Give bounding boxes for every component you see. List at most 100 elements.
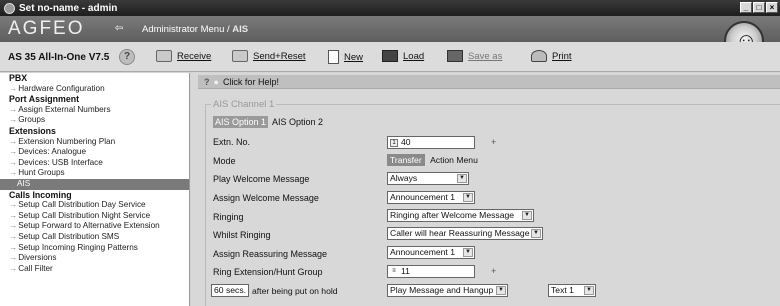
ring-extension-input[interactable]: ≡ 11 [387,265,475,278]
chevron-down-icon: ▼ [457,174,467,183]
hold-action-value: Play Message and Hangup [390,285,494,295]
ais-option-tabs: AIS Option 1 AIS Option 2 [213,116,327,128]
whilst-ringing-value: Caller will hear Reassuring Message [390,228,530,238]
window-titlebar: Set no-name - admin _ □ × [0,0,780,16]
close-button[interactable]: × [766,2,778,13]
product-name: AS 35 All-In-One V7.5 [8,52,110,63]
save-as-button[interactable]: Save as [447,50,502,62]
breadcrumb-parent[interactable]: Administrator Menu [142,24,224,35]
sidebar-item-call-filter[interactable]: Call Filter [0,264,189,275]
sidebar-item-hardware-configuration[interactable]: Hardware Configuration [0,84,189,95]
sidebar-section-pbx[interactable]: PBX [0,73,189,84]
receive-icon [156,50,172,62]
mode-transfer-option[interactable]: Transfer [387,154,425,166]
mode-label: Mode [213,156,236,166]
breadcrumb-current: AIS [232,24,249,35]
send-reset-label: Send+Reset [253,50,306,62]
ringing-value: Ringing after Welcome Message [390,210,515,220]
help-icon[interactable]: ? [119,49,135,65]
sidebar-section-extensions[interactable]: Extensions [0,126,189,137]
help-link[interactable]: Click for Help! [223,77,279,87]
load-icon [382,50,398,62]
play-welcome-select[interactable]: Always ▼ [387,172,469,185]
chevron-down-icon: ▼ [584,286,594,295]
sidebar-section-port-assignment[interactable]: Port Assignment [0,94,189,105]
back-arrow-icon[interactable]: ⇦ [112,23,126,35]
save-icon [447,50,463,62]
hold-text-select[interactable]: Text 1 ▼ [548,284,596,297]
whilst-ringing-select[interactable]: Caller will hear Reassuring Message ▼ [387,227,543,240]
app-icon [4,2,15,14]
ais-channel-legend: AIS Channel 1 [211,99,277,110]
toolbar: AS 35 All-In-One V7.5 ? Receive Send+Res… [0,42,780,72]
maximize-button[interactable]: □ [753,2,765,13]
play-welcome-label: Play Welcome Message [213,174,310,184]
ring-extension-label: Ring Extension/Hunt Group [213,267,323,277]
sidebar-item-diversions[interactable]: Diversions [0,253,189,264]
sidebar-item-groups[interactable]: Groups [0,115,189,126]
number-field-icon: 1 [390,138,398,147]
help-question-icon: ? [204,77,210,87]
printer-icon [531,50,547,62]
help-bar[interactable]: ? ● Click for Help! [198,75,780,89]
hold-text-value: Text 1 [551,285,574,295]
extn-no-add-icon[interactable]: + [491,137,496,147]
sidebar-item-devices-usb[interactable]: Devices: USB Interface [0,158,189,169]
chevron-down-icon: ▼ [463,193,473,202]
chevron-down-icon: ▼ [463,248,473,257]
extn-no-input[interactable]: 1 40 [387,136,475,149]
ringing-select[interactable]: Ringing after Welcome Message ▼ [387,209,534,222]
minimize-button[interactable]: _ [740,2,752,13]
print-button[interactable]: Print [531,50,572,62]
ring-extension-add-icon[interactable]: + [491,266,496,276]
ringing-label: Ringing [213,212,244,222]
new-button[interactable]: New [328,50,363,64]
assign-reassuring-label: Assign Reassuring Message [213,249,328,259]
assign-welcome-label: Assign Welcome Message [213,193,319,203]
sidebar-item-forward-alternative[interactable]: Setup Forward to Alternative Extension [0,221,189,232]
sidebar-item-devices-analogue[interactable]: Devices: Analogue [0,147,189,158]
chevron-down-icon: ▼ [531,229,541,238]
mode-toggle: Transfer Action Menu [387,154,481,166]
load-label: Load [403,50,425,62]
agfeo-logo: AGFEO [8,18,85,39]
sidebar-item-cd-day[interactable]: Setup Call Distribution Day Service [0,200,189,211]
extn-no-value: 40 [401,137,411,147]
load-button[interactable]: Load [382,50,424,62]
sidebar-item-cd-night[interactable]: Setup Call Distribution Night Service [0,211,189,222]
sidebar-nav: PBX Hardware Configuration Port Assignme… [0,73,190,306]
save-as-label: Save as [468,50,503,62]
chevron-down-icon: ▼ [522,211,532,220]
window-title: Set no-name - admin [19,2,118,14]
send-reset-button[interactable]: Send+Reset [232,50,306,62]
tab-ais-option-2[interactable]: AIS Option 2 [270,116,325,128]
new-document-icon [328,50,339,64]
hold-seconds-input[interactable]: 60 secs. [211,284,250,297]
sidebar-item-ais[interactable]: AIS [0,178,189,190]
whilst-ringing-label: Whilst Ringing [213,230,271,240]
window-controls: _ □ × [740,2,778,13]
sidebar-item-hunt-groups[interactable]: Hunt Groups [0,168,189,179]
sidebar-item-cd-sms[interactable]: Setup Call Distribution SMS [0,232,189,243]
sidebar-item-extension-numbering-plan[interactable]: Extension Numbering Plan [0,137,189,148]
tab-ais-option-1[interactable]: AIS Option 1 [213,116,269,128]
hunt-group-icon: ≡ [392,267,396,274]
hold-row: 60 secs. after being put on hold [211,284,338,297]
play-welcome-value: Always [390,173,418,183]
assign-reassuring-select[interactable]: Announcement 1 ▼ [387,246,475,259]
ring-extension-value: 11 [401,266,410,276]
receive-button[interactable]: Receive [156,50,211,62]
breadcrumb: Administrator Menu / AIS [142,24,248,35]
new-label: New [344,51,364,63]
header-banner: AGFEO ⇦ Administrator Menu / AIS [0,16,780,42]
assign-welcome-select[interactable]: Announcement 1 ▼ [387,191,475,204]
hold-label: after being put on hold [252,285,338,296]
sidebar-item-assign-external-numbers[interactable]: Assign External Numbers [0,105,189,116]
mode-action-menu-option[interactable]: Action Menu [427,154,481,166]
sidebar-section-calls-incoming[interactable]: Calls Incoming [0,190,189,201]
hold-action-select[interactable]: Play Message and Hangup ▼ [387,284,508,297]
print-label: Print [552,50,572,62]
chevron-down-icon: ▼ [496,286,506,295]
send-icon [232,50,248,62]
sidebar-item-ringing-patterns[interactable]: Setup Incoming Ringing Patterns [0,243,189,254]
